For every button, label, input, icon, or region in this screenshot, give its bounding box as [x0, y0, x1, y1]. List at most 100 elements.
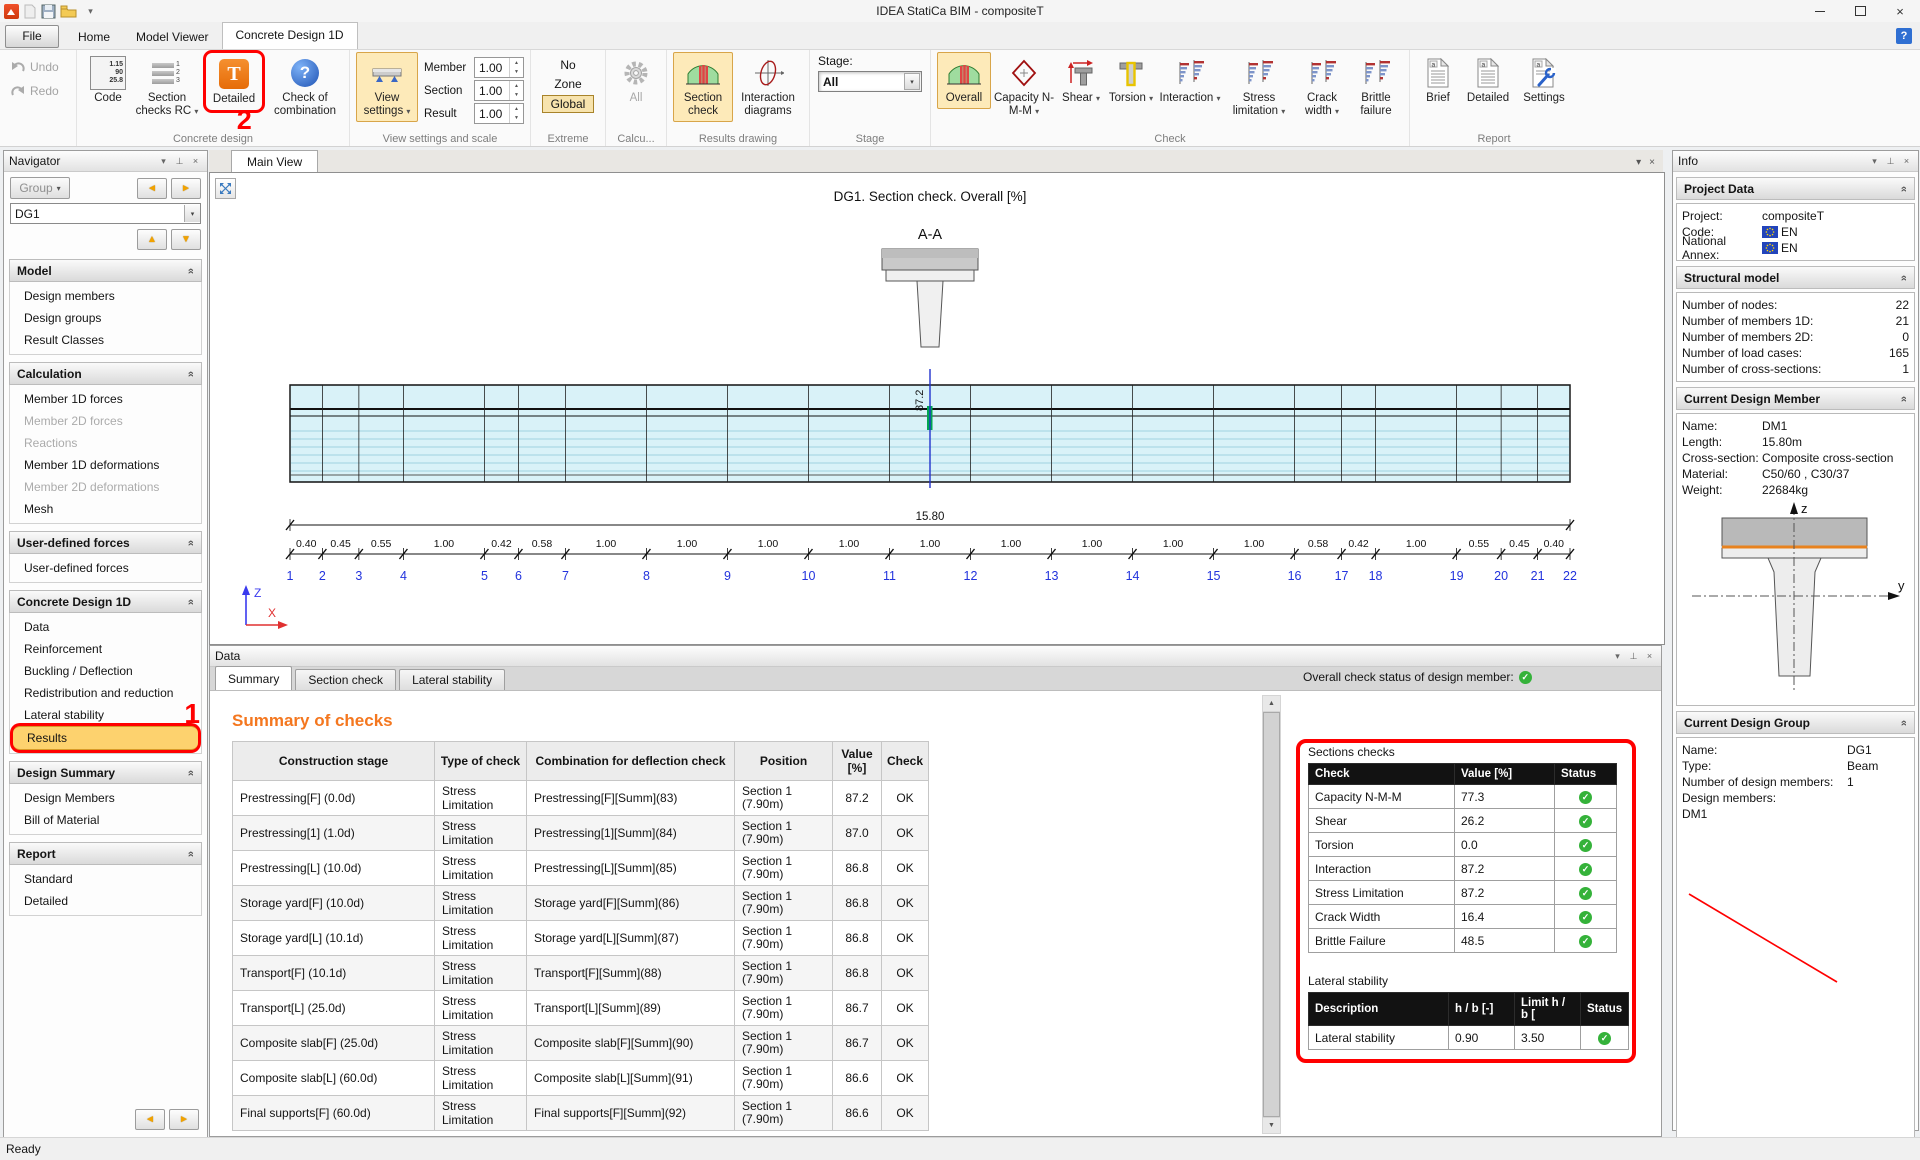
- panel-menu-icon[interactable]: ▾: [1611, 651, 1624, 662]
- navigator-item-buckling-deflection[interactable]: Buckling / Deflection: [10, 660, 201, 682]
- result-scale-stepper[interactable]: 1.00▲▼: [474, 103, 524, 124]
- extreme-zone-option[interactable]: Zone: [546, 76, 589, 92]
- navigator-item-bill-of-material[interactable]: Bill of Material: [10, 809, 201, 831]
- navigator-item-detailed[interactable]: Detailed: [10, 890, 201, 912]
- tab-concrete-design-1d[interactable]: Concrete Design 1D: [222, 22, 358, 49]
- navigator-item-user-defined-forces[interactable]: User-defined forces: [10, 557, 201, 579]
- navigator-item-redistribution-and-reduction[interactable]: Redistribution and reduction: [10, 682, 201, 704]
- report-settings-button[interactable]: a Settings: [1516, 52, 1572, 109]
- save-icon[interactable]: [41, 4, 56, 19]
- navigator-item-design-members[interactable]: Design members: [10, 285, 201, 307]
- scroll-up-icon[interactable]: ▲: [1263, 696, 1280, 712]
- section-scale-stepper[interactable]: 1.00▲▼: [474, 80, 524, 101]
- data-tab-summary[interactable]: Summary: [215, 666, 292, 690]
- navigator-item-mesh[interactable]: Mesh: [10, 498, 201, 520]
- tab-home[interactable]: Home: [65, 25, 123, 49]
- group-mode-button[interactable]: Group▾: [10, 177, 70, 199]
- extreme-global-option[interactable]: Global: [542, 95, 595, 113]
- undo-button[interactable]: Undo: [10, 60, 59, 74]
- open-folder-icon[interactable]: [60, 4, 77, 18]
- overall-check-button[interactable]: Overall: [937, 52, 991, 109]
- info-section-current-design-group[interactable]: Current Design Group»: [1676, 711, 1915, 734]
- previous-group-button[interactable]: ◄: [137, 178, 167, 199]
- next-member-button[interactable]: ▼: [171, 229, 201, 250]
- crack-width-button[interactable]: Crack width ▾: [1295, 52, 1349, 122]
- info-section-project-data[interactable]: Project Data»: [1676, 177, 1915, 200]
- brief-report-button[interactable]: a Brief: [1416, 52, 1460, 109]
- tab-file[interactable]: File: [5, 25, 59, 48]
- shear-check-button[interactable]: Shear ▾: [1057, 52, 1105, 109]
- tab-model-viewer[interactable]: Model Viewer: [123, 25, 221, 49]
- stage-select[interactable]: All ▾: [818, 71, 922, 92]
- cell: 86.8: [833, 956, 882, 991]
- navigator-item-results[interactable]: Results1: [13, 726, 198, 750]
- torsion-check-button[interactable]: Torsion ▾: [1105, 52, 1157, 109]
- collapse-icon: »: [185, 769, 197, 775]
- interaction-check-button[interactable]: Interaction ▾: [1157, 52, 1223, 109]
- main-view-tab[interactable]: Main View: [231, 150, 318, 172]
- data-tab-lateral-stability[interactable]: Lateral stability: [399, 669, 505, 690]
- interaction-diagrams-button[interactable]: Interaction diagrams: [733, 52, 803, 122]
- panel-menu-icon[interactable]: ▾: [1868, 156, 1881, 167]
- scroll-down-icon[interactable]: ▼: [1263, 1117, 1280, 1133]
- view-settings-button[interactable]: View settings ▾: [356, 52, 418, 122]
- navigator-item-lateral-stability[interactable]: Lateral stability: [10, 704, 201, 726]
- check-of-combination-button[interactable]: ? Check of combination: [267, 52, 343, 122]
- previous-member-button[interactable]: ▲: [137, 229, 167, 250]
- navigator-item-standard[interactable]: Standard: [10, 868, 201, 890]
- close-icon[interactable]: ×: [1649, 157, 1655, 168]
- pin-icon[interactable]: ⊥: [1884, 156, 1897, 167]
- pin-icon[interactable]: ⊥: [1627, 651, 1640, 662]
- detailed-report-button[interactable]: a Detailed: [1460, 52, 1516, 109]
- help-button[interactable]: ?: [1896, 28, 1912, 44]
- navigate-up-button[interactable]: ◄: [135, 1109, 165, 1130]
- navigator-item-reinforcement[interactable]: Reinforcement: [10, 638, 201, 660]
- info-section-current-design-member[interactable]: Current Design Member»: [1676, 387, 1915, 410]
- redo-button[interactable]: Redo: [10, 84, 59, 98]
- navigator-section-calculation[interactable]: Calculation»: [9, 362, 202, 385]
- fit-view-button[interactable]: [215, 178, 236, 199]
- calculate-all-button[interactable]: All: [612, 52, 660, 109]
- navigator-section-design-summary[interactable]: Design Summary»: [9, 761, 202, 784]
- cell: Stress Limitation: [1309, 881, 1455, 905]
- navigator-item-design-groups[interactable]: Design groups: [10, 307, 201, 329]
- next-group-button[interactable]: ►: [171, 178, 201, 199]
- detailed-check-button[interactable]: T Detailed: [207, 53, 261, 110]
- minimize-button[interactable]: [1800, 1, 1840, 22]
- close-icon[interactable]: ×: [189, 156, 202, 166]
- data-tab-section-check[interactable]: Section check: [295, 669, 396, 690]
- section-check-button[interactable]: Section check: [673, 52, 733, 122]
- stress-limitation-button[interactable]: Stress limitation ▾: [1223, 52, 1295, 122]
- navigator-item-member-1d-deformations[interactable]: Member 1D deformations: [10, 454, 201, 476]
- panel-menu-icon[interactable]: ▾: [1636, 157, 1641, 168]
- brittle-failure-button[interactable]: Brittle failure: [1349, 52, 1403, 122]
- navigator-item-design-members[interactable]: Design Members: [10, 787, 201, 809]
- info-section-structural-model[interactable]: Structural model»: [1676, 266, 1915, 289]
- pin-icon[interactable]: ⊥: [173, 156, 186, 167]
- chevron-down-icon: ▾: [1035, 107, 1039, 116]
- navigator-item-member-1d-forces[interactable]: Member 1D forces: [10, 388, 201, 410]
- navigator-section-report[interactable]: Report»: [9, 842, 202, 865]
- vertical-scrollbar[interactable]: ▲ ▼: [1262, 695, 1281, 1134]
- navigator-section-model[interactable]: Model»: [9, 259, 202, 282]
- navigator-item-result-classes[interactable]: Result Classes: [10, 329, 201, 351]
- close-button[interactable]: ×: [1880, 1, 1920, 22]
- capacity-nmm-button[interactable]: Capacity N-M-M ▾: [991, 52, 1057, 122]
- navigate-down-button[interactable]: ►: [169, 1109, 199, 1130]
- main-view[interactable]: DG1. Section check. Overall [%]A-A87.215…: [209, 172, 1665, 645]
- panel-menu-icon[interactable]: ▾: [157, 156, 170, 167]
- navigator-section-user-defined-forces[interactable]: User-defined forces»: [9, 531, 202, 554]
- navigator-section-concrete-design-1d[interactable]: Concrete Design 1D»: [9, 590, 202, 613]
- close-icon[interactable]: ×: [1643, 651, 1656, 661]
- new-file-icon[interactable]: [23, 4, 37, 19]
- section-checks-rc-button[interactable]: 123 Section checks RC ▾: [133, 52, 201, 122]
- maximize-button[interactable]: [1840, 1, 1880, 22]
- close-icon[interactable]: ×: [1900, 156, 1913, 166]
- quick-access-dropdown-icon[interactable]: ▾: [84, 6, 97, 17]
- member-scale-stepper[interactable]: 1.00▲▼: [474, 57, 524, 78]
- extreme-no-option[interactable]: No: [552, 57, 583, 73]
- code-button[interactable]: 1.159025.8 Code: [83, 52, 133, 109]
- design-group-select[interactable]: DG1 ▾: [10, 203, 201, 224]
- navigator-item-data[interactable]: Data: [10, 616, 201, 638]
- scrollbar-thumb[interactable]: [1263, 712, 1280, 1117]
